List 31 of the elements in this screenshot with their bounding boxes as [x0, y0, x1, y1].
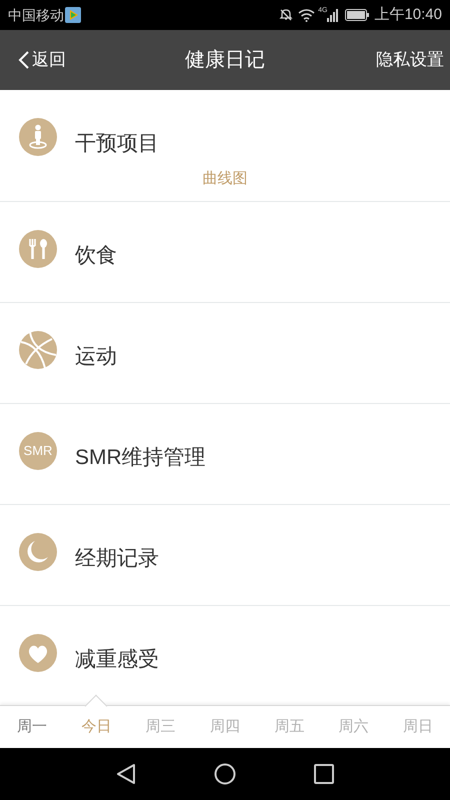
back-nav-icon[interactable]: [116, 763, 136, 785]
recents-nav-icon[interactable]: [314, 764, 334, 784]
menu-row[interactable]: SMR SMR维持管理: [0, 404, 450, 505]
app-icon: [65, 7, 81, 23]
menu-label: 经期记录: [75, 546, 159, 572]
wifi-icon: [298, 8, 316, 22]
mute-icon: [279, 8, 294, 22]
menu-label: 饮食: [75, 243, 117, 269]
person-icon: [19, 118, 57, 156]
carrier-name: 中国移动: [8, 6, 64, 24]
home-nav-icon[interactable]: [214, 763, 236, 785]
ball-icon: [19, 330, 57, 369]
privacy-settings-button[interactable]: 隐私设置: [376, 47, 444, 73]
chevron-left-icon: [18, 51, 30, 69]
menu-row[interactable]: 干预项目 曲线图: [0, 90, 450, 202]
menu-label: SMR维持管理: [75, 445, 206, 471]
menu-row[interactable]: 经期记录: [0, 505, 450, 606]
menu-label: 干预项目: [75, 131, 159, 157]
menu-row[interactable]: 运动: [0, 303, 450, 404]
battery-icon: [345, 9, 370, 21]
menu-label: 运动: [75, 344, 117, 370]
fork-spoon-icon: [19, 230, 57, 268]
menu-label: 减重感受: [75, 647, 159, 673]
day-tab[interactable]: 周一: [0, 706, 64, 748]
clock-time: 上午10:40: [374, 4, 442, 25]
back-button[interactable]: 返回: [18, 47, 66, 73]
moon-icon: [19, 532, 57, 571]
page-title: 健康日记: [185, 48, 265, 73]
menu-row[interactable]: 饮食: [0, 202, 450, 303]
signal-icon: [327, 8, 340, 22]
badge-icon: SMR: [19, 432, 57, 470]
